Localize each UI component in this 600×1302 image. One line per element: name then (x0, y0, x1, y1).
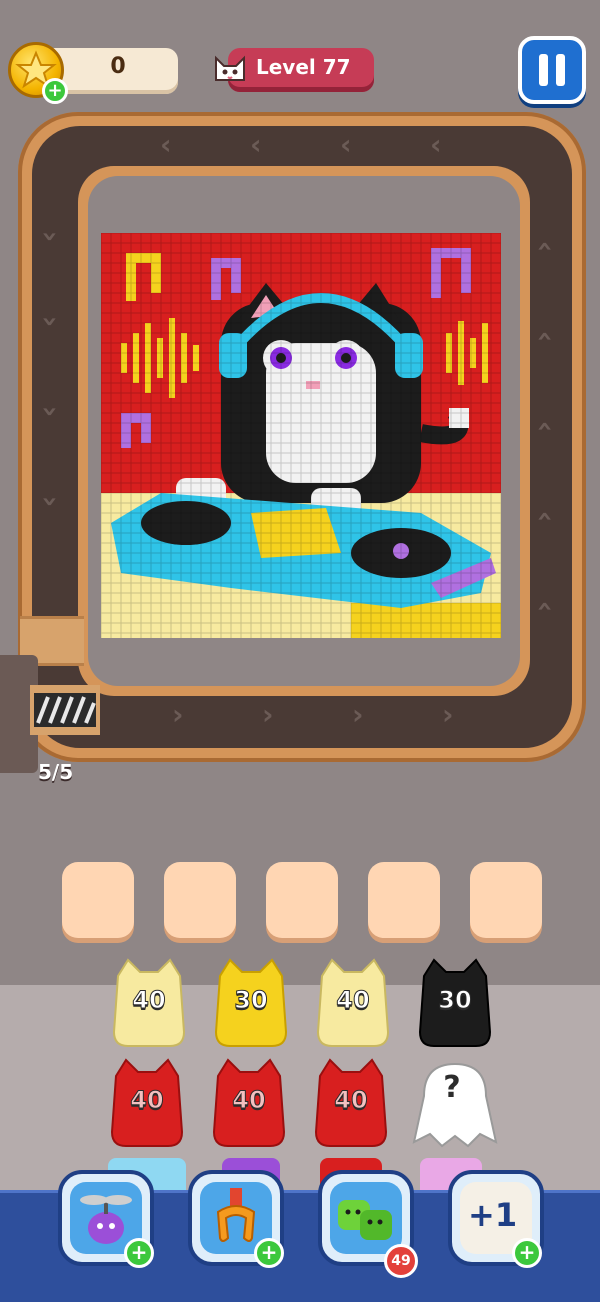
add-plus-one-button[interactable]: + (512, 1238, 542, 1268)
pause-icon (539, 54, 565, 86)
chevron-left-icon: ‹ (340, 128, 352, 161)
shooter-count: 40 (336, 986, 370, 1015)
chevron-down-icon: ‹ (31, 315, 65, 328)
chevron-left-icon: ‹ (250, 128, 262, 161)
add-coins-button[interactable]: + (42, 78, 68, 104)
queue-slot[interactable] (266, 862, 338, 938)
shooter-block[interactable]: 30 (416, 958, 494, 1050)
chevron-down-icon: ‹ (31, 405, 65, 418)
chevron-up-icon: ‹ (529, 510, 563, 523)
chevron-down-icon: ‹ (31, 495, 65, 508)
green-jelly-icon (338, 1200, 392, 1240)
chevron-up-icon: ‹ (529, 600, 563, 613)
queue-slot[interactable] (164, 862, 236, 938)
shooter-count: 40 (130, 1086, 164, 1115)
shooter-block[interactable]: 40 (110, 958, 188, 1050)
add-propeller-button[interactable]: + (124, 1238, 154, 1268)
shooter-count: 40 (334, 1086, 368, 1115)
capacity-counter: 5/5 (38, 760, 74, 784)
mystery-shooter[interactable]: ? (410, 1056, 498, 1148)
add-claw-button[interactable]: + (254, 1238, 284, 1268)
level-label: Level 77 (256, 55, 351, 79)
chevron-left-icon: ‹ (430, 128, 442, 161)
jelly-count-badge: 49 (384, 1244, 418, 1278)
plus-one-label: +1 (468, 1196, 518, 1234)
launcher-icon (30, 685, 100, 735)
queue-slot[interactable] (470, 862, 542, 938)
chevron-down-icon: ‹ (31, 230, 65, 243)
cat-face-icon (210, 50, 250, 90)
chevron-up-icon: ‹ (529, 240, 563, 253)
pause-button[interactable] (518, 36, 586, 104)
queue-slot[interactable] (62, 862, 134, 938)
chevron-up-icon: ‹ (529, 330, 563, 343)
coin-value: 0 (110, 54, 126, 79)
chevron-right-icon: › (262, 698, 274, 731)
pixel-art-board (101, 233, 501, 638)
chevron-up-icon: ‹ (529, 420, 563, 433)
shooter-count: ? (443, 1070, 461, 1105)
chevron-right-icon: › (442, 698, 454, 731)
shooter-area (0, 985, 600, 1200)
chevron-right-icon: › (352, 698, 364, 731)
shooter-count: 40 (232, 1086, 266, 1115)
shooter-count: 40 (132, 986, 166, 1015)
chevron-right-icon: › (172, 698, 184, 731)
shooter-block[interactable]: 40 (314, 958, 392, 1050)
shooter-block[interactable]: 40 (210, 1058, 288, 1150)
shooter-block[interactable]: 30 (212, 958, 290, 1050)
chevron-left-icon: ‹ (160, 128, 172, 161)
shooter-count: 30 (438, 986, 472, 1015)
queue-slot[interactable] (368, 862, 440, 938)
shooter-count: 30 (234, 986, 268, 1015)
shooter-block[interactable]: 40 (312, 1058, 390, 1150)
shooter-block[interactable]: 40 (108, 1058, 186, 1150)
